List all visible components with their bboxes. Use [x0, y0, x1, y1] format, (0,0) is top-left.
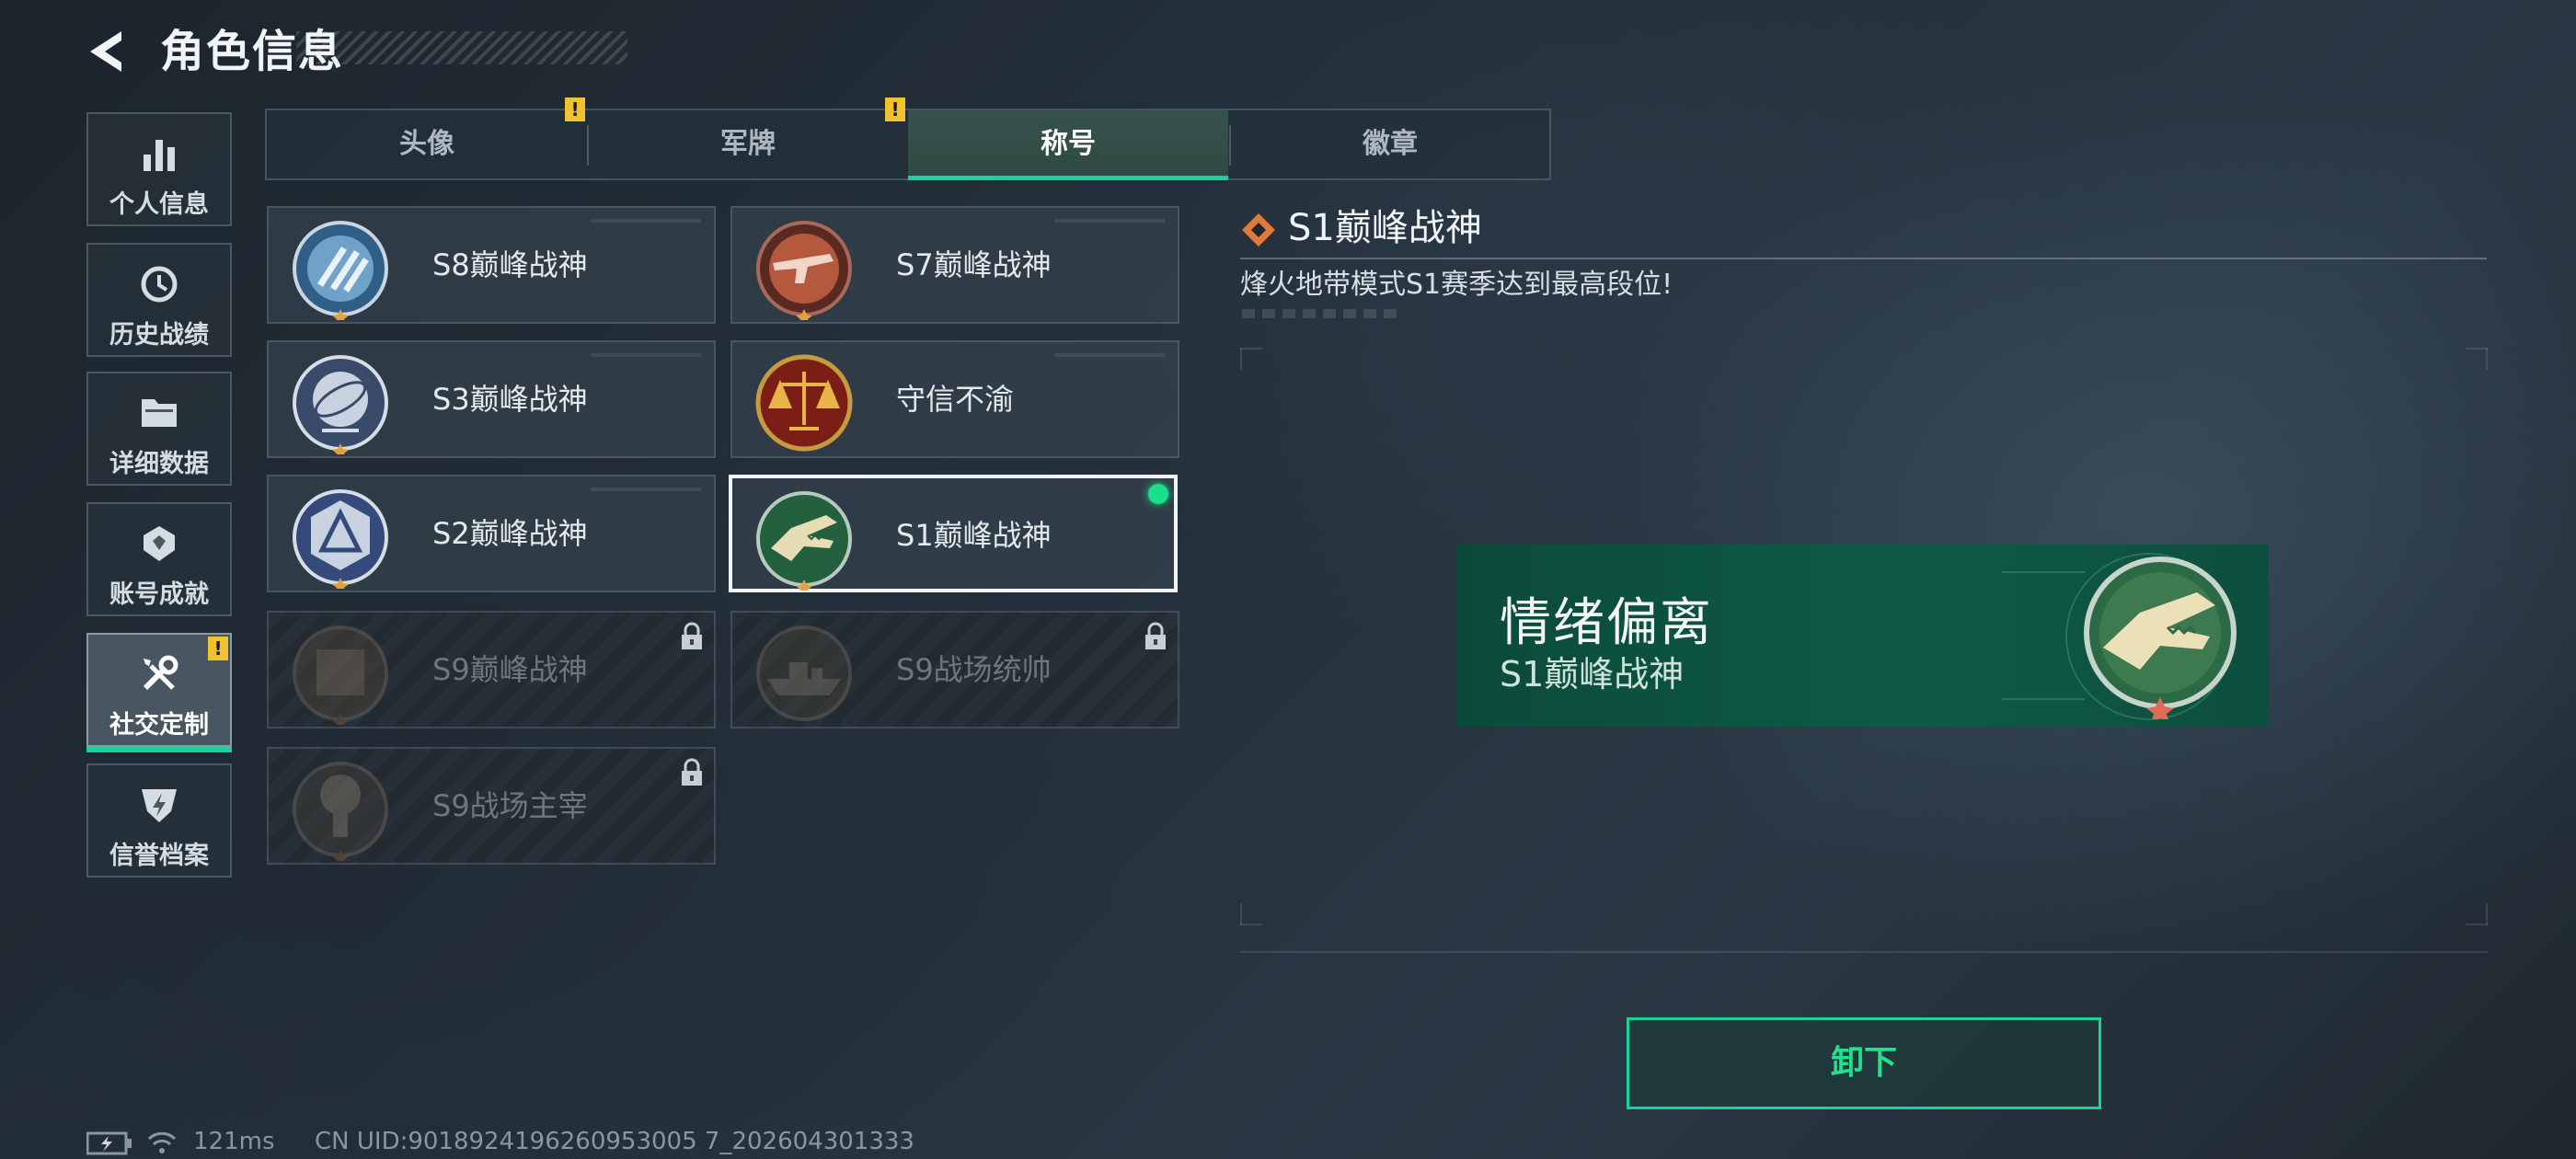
- s7-badge-icon: [756, 221, 852, 320]
- equipped-indicator: [1148, 484, 1168, 504]
- title-name: S8巅峰战神: [432, 247, 588, 282]
- s9-badge-icon: [293, 625, 388, 725]
- title-card-s2[interactable]: S2巅峰战神: [267, 475, 716, 592]
- nameplate-player-name: 情绪偏离: [1500, 593, 1713, 653]
- sidebar-item-credit-record[interactable]: 信誉档案: [86, 763, 232, 878]
- ship-badge-icon: [756, 625, 852, 721]
- tab-emblem[interactable]: 徽章: [1230, 110, 1550, 178]
- s8-badge-icon: [293, 221, 388, 320]
- sidebar-item-label: 个人信息: [109, 190, 209, 219]
- folder-icon: [142, 399, 177, 427]
- scales-badge-icon: [755, 354, 853, 452]
- frame-corner: [1240, 924, 1262, 925]
- tab-bar: 头像 军牌 称号 徽章: [265, 109, 1551, 180]
- crocodile-badge-icon: [2084, 557, 2237, 719]
- sidebar-item-social-custom[interactable]: 社交定制 !: [86, 633, 232, 752]
- title-name: S1巅峰战神: [896, 518, 1052, 553]
- title-name: S2巅峰战神: [432, 516, 588, 551]
- explosion-badge-icon: [293, 762, 388, 861]
- card-decoration: [591, 353, 701, 357]
- frame-corner: [2486, 348, 2488, 370]
- sidebar-item-achievements[interactable]: 账号成就: [86, 502, 232, 616]
- title-name: S9战场主宰: [432, 788, 588, 823]
- title-name: S3巅峰战神: [432, 382, 588, 417]
- bar-chart-icon: [144, 140, 175, 171]
- title-card-s8[interactable]: S8巅峰战神: [267, 206, 716, 324]
- detail-decoration: [1242, 309, 1402, 318]
- title-card-s9-commander[interactable]: S9战场统帅: [730, 611, 1179, 729]
- shield-icon: [142, 789, 177, 822]
- unequip-button[interactable]: 卸下: [1627, 1017, 2101, 1109]
- frame-corner: [2486, 903, 2488, 925]
- title-name: S9战场统帅: [896, 652, 1052, 687]
- achievement-icon: [144, 526, 175, 561]
- title-card-s1[interactable]: S1巅峰战神: [729, 475, 1178, 592]
- detail-title: S1巅峰战神: [1288, 207, 1482, 249]
- wifi-icon: [147, 1131, 177, 1153]
- title-card-s7[interactable]: S7巅峰战神: [730, 206, 1179, 324]
- card-decoration: [591, 219, 701, 223]
- frame-corner: [1240, 903, 1242, 925]
- s3-badge-icon: [293, 355, 388, 454]
- back-arrow-icon[interactable]: [85, 28, 129, 75]
- title-name: S9巅峰战神: [432, 652, 588, 687]
- sidebar-item-label: 社交定制: [109, 711, 209, 740]
- card-decoration: [1054, 353, 1165, 357]
- alert-badge: !: [208, 637, 228, 660]
- alert-badge: !: [885, 98, 905, 121]
- title-card-s9-peak[interactable]: S9巅峰战神: [267, 611, 716, 729]
- title-card-loyalty[interactable]: 守信不渝: [730, 340, 1179, 458]
- lock-icon: [682, 622, 702, 649]
- sidebar-item-detailed-data[interactable]: 详细数据: [86, 372, 232, 486]
- detail-description: 烽火地带模式S1赛季达到最高段位!: [1240, 269, 1673, 301]
- user-uid: CN UID:9018924196260953005 7_20260430133…: [315, 1128, 914, 1155]
- alert-badge: !: [565, 98, 585, 121]
- frame-corner: [2466, 924, 2488, 925]
- title-name: 守信不渝: [896, 382, 1015, 417]
- sidebar-item-personal-info[interactable]: 个人信息: [86, 112, 232, 226]
- title-name: S7巅峰战神: [896, 247, 1052, 282]
- nameplate-title: S1巅峰战神: [1500, 654, 1685, 694]
- sidebar-item-label: 历史战绩: [109, 321, 209, 350]
- tools-icon: [143, 655, 178, 691]
- sidebar-item-history[interactable]: 历史战绩: [86, 243, 232, 357]
- frame-corner: [1240, 348, 1262, 350]
- detail-divider: [1240, 258, 2487, 259]
- sidebar-item-label: 详细数据: [109, 450, 209, 478]
- card-decoration: [591, 488, 701, 491]
- lock-icon: [1145, 622, 1166, 649]
- history-icon: [141, 266, 178, 303]
- crocodile-badge-icon: [756, 491, 852, 591]
- frame-corner: [2466, 348, 2488, 350]
- page-title: 角色信息: [160, 26, 345, 77]
- sidebar-item-label: 信誉档案: [109, 842, 209, 870]
- nameplate-preview: 情绪偏离 S1巅峰战神: [1457, 545, 2269, 727]
- title-diamond-icon: [1242, 213, 1275, 247]
- title-card-s9-master[interactable]: S9战场主宰: [267, 747, 716, 865]
- frame-divider: [1240, 951, 2488, 953]
- frame-corner: [1240, 348, 1242, 370]
- latency-readout: 121ms: [193, 1128, 275, 1155]
- battery-icon: [86, 1131, 132, 1155]
- tab-avatar[interactable]: 头像: [267, 110, 587, 178]
- title-card-s3[interactable]: S3巅峰战神: [267, 340, 716, 458]
- lock-icon: [682, 758, 702, 786]
- sidebar-item-label: 账号成就: [109, 580, 209, 609]
- card-decoration: [1054, 219, 1165, 223]
- header: 角色信息: [85, 24, 627, 79]
- s2-badge-icon: [293, 489, 388, 589]
- tab-title[interactable]: 称号: [908, 110, 1228, 180]
- tab-dogtag[interactable]: 军牌: [588, 110, 908, 178]
- header-decoration: [296, 31, 627, 64]
